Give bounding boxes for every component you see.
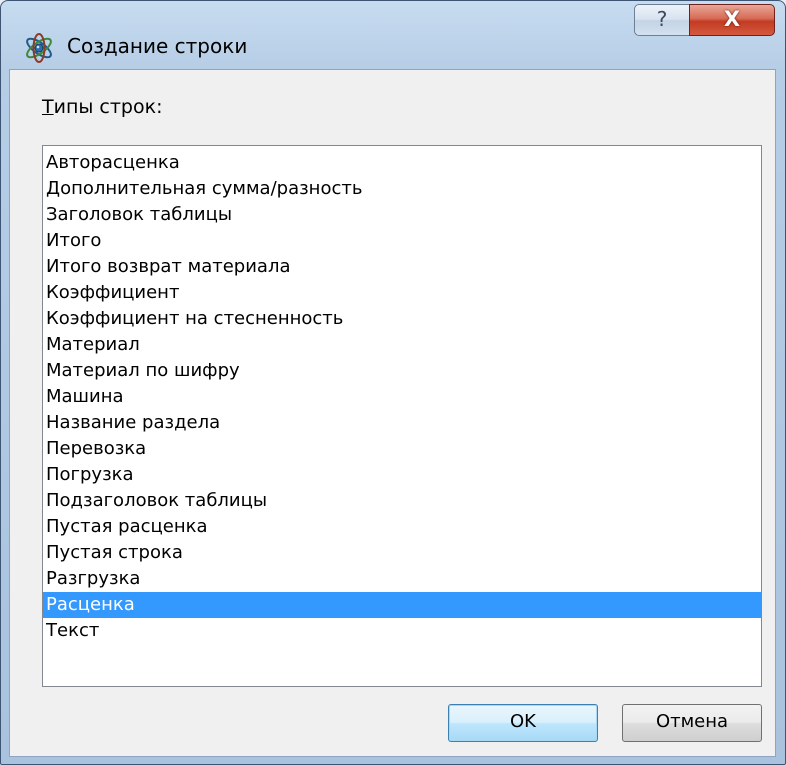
- list-item[interactable]: Материал: [43, 332, 761, 358]
- cancel-button[interactable]: Отмена: [622, 704, 762, 742]
- close-button[interactable]: X: [689, 4, 775, 36]
- title-bar[interactable]: Создание строки ? X: [1, 1, 785, 71]
- list-item[interactable]: Название раздела: [43, 410, 761, 436]
- list-item[interactable]: Пустая строка: [43, 540, 761, 566]
- help-icon: ?: [656, 7, 668, 31]
- list-item[interactable]: Коэффициент на стесненность: [43, 306, 761, 332]
- list-item[interactable]: Материал по шифру: [43, 358, 761, 384]
- list-label: Типы строк:: [42, 96, 163, 118]
- row-types-list: Авторасценка Дополнительная сумма/разност…: [43, 146, 761, 644]
- list-item[interactable]: Разгрузка: [43, 566, 761, 592]
- close-icon: X: [723, 7, 741, 31]
- window-title: Создание строки: [67, 34, 248, 58]
- list-item[interactable]: Итого возврат материала: [43, 254, 761, 280]
- list-item[interactable]: Итого: [43, 228, 761, 254]
- list-label-text: ипы строк:: [53, 96, 163, 118]
- row-types-listbox[interactable]: Авторасценка Дополнительная сумма/разност…: [42, 145, 762, 687]
- list-item[interactable]: Дополнительная сумма/разность: [43, 176, 761, 202]
- list-item[interactable]: Подзаголовок таблицы: [43, 488, 761, 514]
- list-item[interactable]: Текст: [43, 618, 761, 644]
- list-label-mnemonic: Т: [42, 96, 54, 118]
- list-item[interactable]: Заголовок таблицы: [43, 202, 761, 228]
- ok-button[interactable]: OK: [448, 704, 598, 742]
- dialog-body: Типы строк: Авторасценка Дополнительная с…: [9, 69, 776, 757]
- list-item[interactable]: Погрузка: [43, 462, 761, 488]
- list-item[interactable]: Коэффициент: [43, 280, 761, 306]
- list-item[interactable]: Перевозка: [43, 436, 761, 462]
- atom-icon: [23, 32, 55, 64]
- dialog-window: Создание строки ? X Типы строк: Авторасц…: [0, 0, 786, 765]
- help-button[interactable]: ?: [634, 4, 690, 36]
- list-item[interactable]: Пустая расценка: [43, 514, 761, 540]
- list-item[interactable]: Авторасценка: [43, 150, 761, 176]
- list-item[interactable]: Машина: [43, 384, 761, 410]
- list-item[interactable]: Расценка: [43, 592, 761, 618]
